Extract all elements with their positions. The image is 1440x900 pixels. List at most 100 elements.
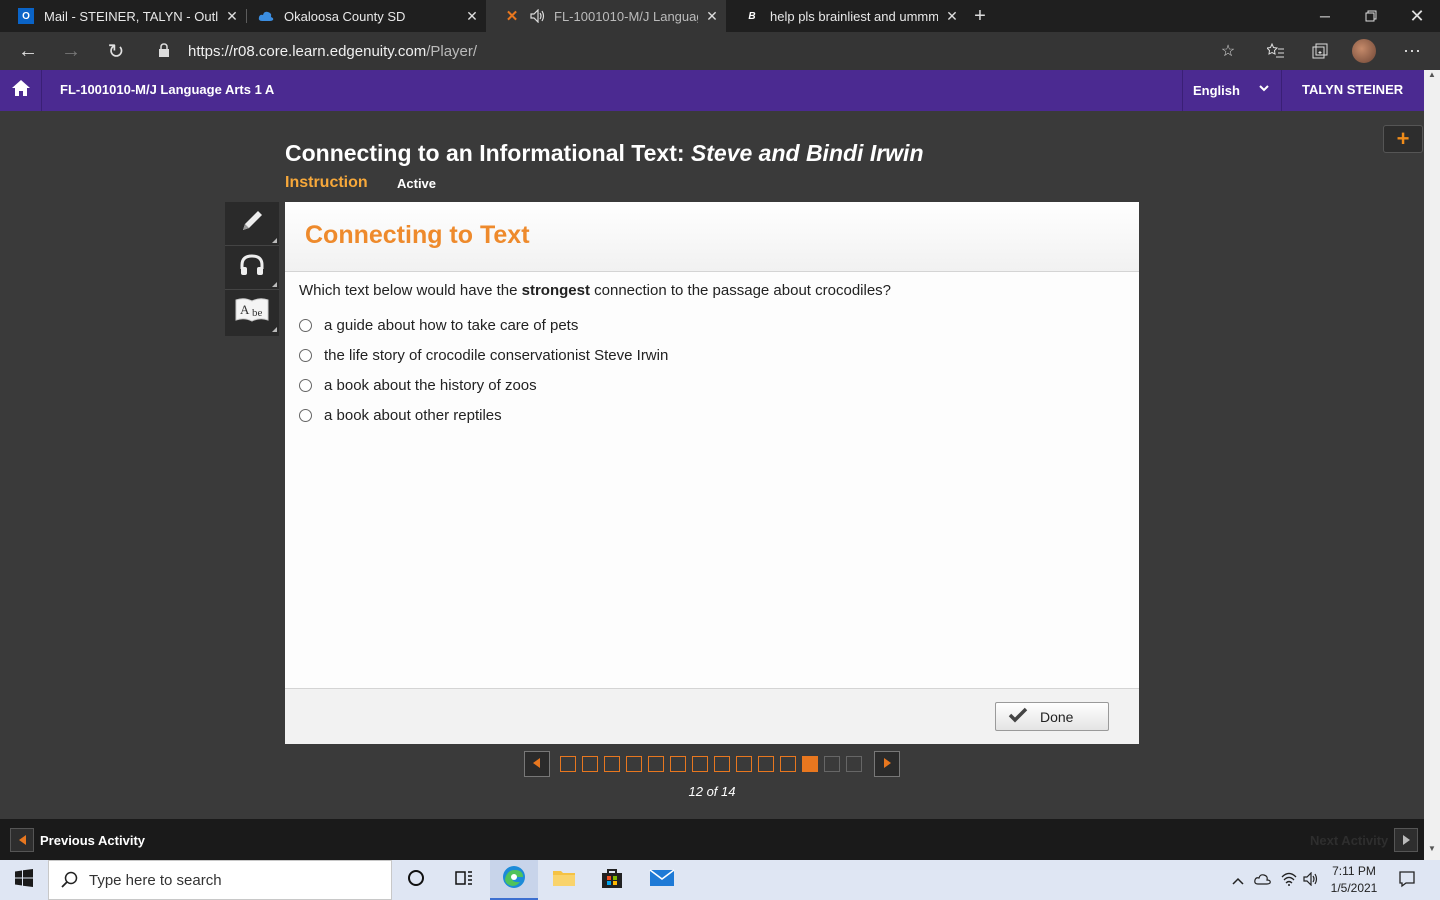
cortana-button[interactable]	[392, 860, 440, 900]
dictionary-tool-button[interactable]: Abe	[225, 290, 279, 334]
refresh-button[interactable]: ↻	[98, 32, 134, 70]
radio-button[interactable]	[299, 378, 312, 392]
audio-tool-button[interactable]	[225, 246, 279, 290]
speaker-icon[interactable]	[530, 8, 546, 24]
edge-taskbar-button[interactable]	[490, 860, 538, 900]
more-options-icon[interactable]: ⋯	[1394, 32, 1430, 70]
favorite-star-icon[interactable]: ☆	[1210, 32, 1246, 70]
done-button[interactable]: Done	[995, 702, 1109, 731]
pager-prev-button[interactable]	[524, 751, 550, 777]
radio-button[interactable]	[299, 408, 312, 422]
action-center-button[interactable]	[1392, 860, 1422, 900]
page-indicator[interactable]	[692, 756, 708, 772]
answer-option-label: a book about other reptiles	[324, 406, 502, 424]
edgenuity-icon: ✕	[505, 8, 519, 25]
close-icon[interactable]: ✕	[458, 8, 486, 25]
windows-taskbar: Type here to search 7:11 PM 1/5/2021	[0, 860, 1440, 900]
page-indicator[interactable]	[714, 756, 730, 772]
arrow-right-icon	[1394, 828, 1419, 852]
cloud-icon	[258, 8, 274, 24]
browser-tab-edgenuity[interactable]: ✕ FL-1001010-M/J Language / ✕	[486, 0, 726, 32]
onedrive-cloud-icon	[1254, 873, 1272, 888]
activity-nav-bar: Previous Activity Next Activity	[0, 819, 1424, 860]
address-bar: ← → ↻ https://r08.core.learn.edgenuity.c…	[0, 32, 1440, 70]
folder-icon	[552, 868, 576, 893]
tab-title: Mail - STEINER, TALYN - Outlook	[44, 8, 218, 24]
page-scrollbar[interactable]: ▲ ▼	[1424, 70, 1440, 860]
close-window-button[interactable]: ✕	[1394, 0, 1440, 32]
page-indicator[interactable]	[824, 756, 840, 772]
collections-icon[interactable]	[1302, 32, 1338, 70]
next-activity-button[interactable]: Next Activity	[1310, 828, 1419, 852]
status-label: Active	[397, 176, 437, 191]
svg-text:A: A	[240, 302, 250, 317]
minimize-button[interactable]: ─	[1302, 0, 1348, 32]
pencil-tool-button[interactable]	[225, 202, 279, 246]
restore-button[interactable]	[1348, 0, 1394, 32]
task-view-icon	[454, 869, 474, 892]
browser-tab-okaloosa[interactable]: Okaloosa County SD ✕	[240, 0, 486, 32]
radio-button[interactable]	[299, 318, 312, 332]
answer-option[interactable]: a guide about how to take care of pets	[299, 315, 578, 335]
browser-tab-brainly[interactable]: B help pls brainliest and ummm - B ✕	[726, 0, 966, 32]
course-title: FL-1001010-M/J Language Arts 1 A	[60, 82, 275, 97]
store-button[interactable]	[588, 860, 636, 900]
answer-option[interactable]: a book about the history of zoos	[299, 375, 537, 395]
answer-option-label: a guide about how to take care of pets	[324, 316, 579, 334]
page-indicator[interactable]	[604, 756, 620, 772]
page-indicator[interactable]	[846, 756, 862, 772]
back-button[interactable]: ←	[10, 32, 46, 70]
page-indicator[interactable]	[648, 756, 664, 772]
new-tab-button[interactable]: +	[968, 0, 992, 32]
scroll-up-arrow[interactable]: ▲	[1424, 70, 1440, 84]
page-indicator[interactable]	[736, 756, 752, 772]
task-view-button[interactable]	[440, 860, 488, 900]
lesson-title-text: Connecting to an Informational Text:	[285, 140, 691, 166]
question-part: Which text below would have the	[299, 282, 522, 299]
next-activity-label: Next Activity	[1310, 832, 1389, 848]
previous-activity-button[interactable]: Previous Activity	[10, 828, 145, 852]
file-explorer-button[interactable]	[540, 860, 588, 900]
favorites-list-icon[interactable]	[1258, 32, 1294, 70]
page-indicator[interactable]	[670, 756, 686, 772]
forward-button[interactable]: →	[53, 32, 89, 70]
page-indicator[interactable]	[780, 756, 796, 772]
page-indicator[interactable]	[758, 756, 774, 772]
taskbar-clock[interactable]: 7:11 PM 1/5/2021	[1326, 863, 1382, 897]
onedrive-tray-button[interactable]	[1252, 860, 1274, 900]
show-hidden-icons-button[interactable]	[1228, 860, 1248, 900]
clock-date: 1/5/2021	[1330, 881, 1378, 895]
lock-icon[interactable]	[158, 43, 170, 63]
windows-start-button[interactable]	[0, 860, 48, 900]
answer-option[interactable]: a book about other reptiles	[299, 405, 502, 425]
taskbar-search-input[interactable]: Type here to search	[48, 860, 392, 900]
pager-next-button[interactable]	[874, 751, 900, 777]
close-icon[interactable]: ✕	[698, 8, 726, 25]
expand-tools-button[interactable]: +	[1383, 125, 1423, 153]
scroll-down-arrow[interactable]: ▼	[1424, 844, 1440, 858]
headphones-icon	[238, 253, 266, 282]
radio-button[interactable]	[299, 348, 312, 362]
page-indicator[interactable]	[560, 756, 576, 772]
question-emphasis: strongest	[521, 282, 590, 299]
home-button[interactable]	[0, 70, 42, 111]
page-indicator[interactable]	[626, 756, 642, 772]
user-name[interactable]: TALYN STEINER	[1302, 82, 1403, 97]
browser-tab-outlook[interactable]: O Mail - STEINER, TALYN - Outlook ✕	[0, 0, 246, 32]
answer-option-label: the life story of crocodile conservation…	[324, 346, 669, 364]
page-indicator-current[interactable]	[802, 756, 818, 772]
answer-option[interactable]: the life story of crocodile conservation…	[299, 345, 668, 365]
profile-avatar[interactable]	[1346, 32, 1382, 70]
close-icon[interactable]: ✕	[938, 8, 966, 25]
arrow-right-icon	[883, 755, 891, 773]
wifi-icon	[1281, 872, 1297, 889]
lesson-title: Connecting to an Informational Text: Ste…	[285, 140, 924, 167]
mail-button[interactable]	[638, 860, 686, 900]
arrow-left-icon	[10, 828, 34, 852]
url-field[interactable]: https://r08.core.learn.edgenuity.com/Pla…	[146, 36, 1250, 66]
page-count: 12 of 14	[688, 784, 736, 799]
network-tray-button[interactable]	[1278, 860, 1300, 900]
language-select[interactable]: English	[1182, 70, 1282, 111]
page-indicator[interactable]	[582, 756, 598, 772]
volume-tray-button[interactable]	[1300, 860, 1322, 900]
